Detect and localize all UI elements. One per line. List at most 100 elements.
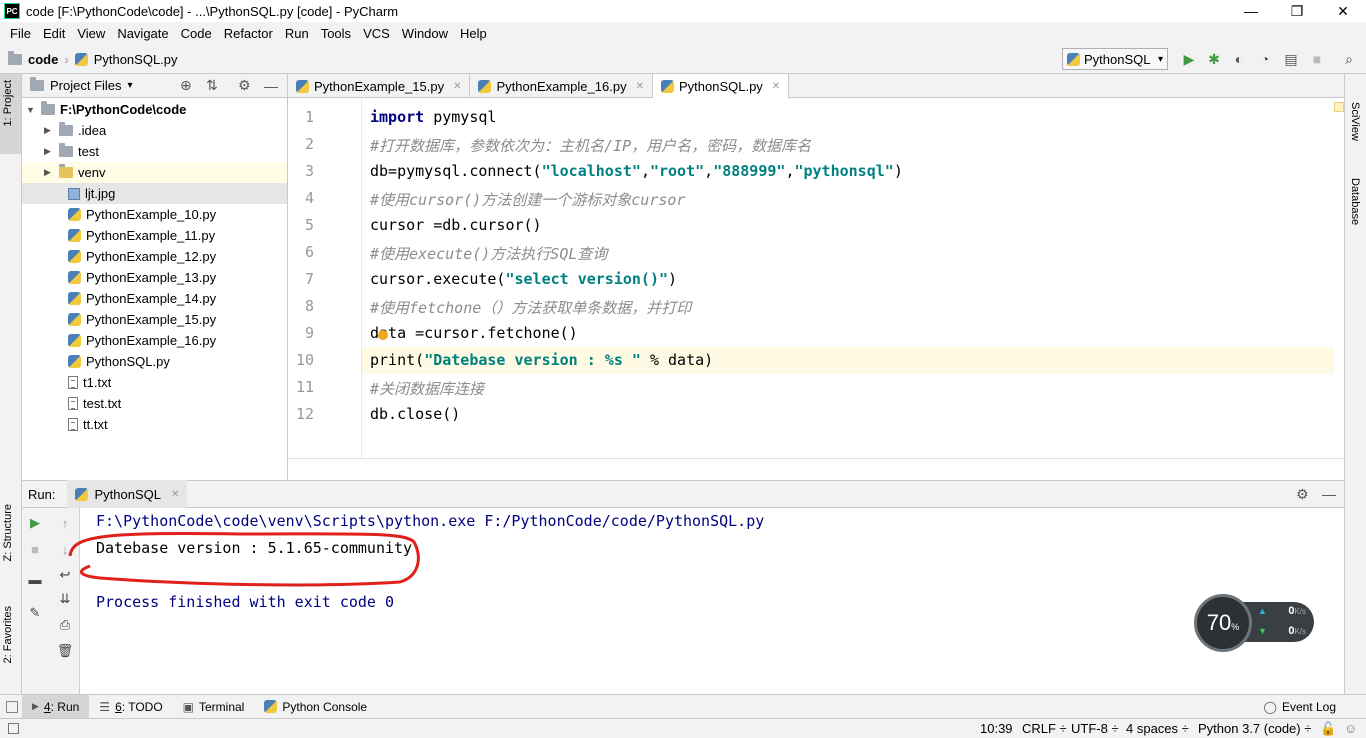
breadcrumb-file[interactable]: PythonSQL.py (94, 52, 178, 67)
gear-icon[interactable]: ⚙ (1296, 486, 1309, 503)
tree-item-file[interactable]: PythonExample_14.py (68, 288, 216, 309)
menu-file[interactable]: File (4, 26, 37, 41)
chevron-down-icon: ▾ (1157, 53, 1163, 65)
caret-position[interactable]: 10:39 (980, 721, 1013, 736)
inspector-icon[interactable]: ☺ (1344, 721, 1357, 736)
run-console-output[interactable]: F:\PythonCode\code\venv\Scripts\python.e… (68, 508, 1344, 694)
code-token: % data) (640, 351, 714, 369)
maximize-button[interactable]: ❐ (1274, 0, 1320, 22)
side-tab-structure[interactable]: Z: Structure (2, 504, 14, 561)
bottom-tab-todo[interactable]: ☰ 6: TODO (89, 695, 172, 719)
menu-refactor[interactable]: Refactor (218, 26, 279, 41)
speed-unit: K/s (1294, 607, 1306, 616)
minimize-button[interactable]: — (1228, 0, 1274, 22)
menu-run[interactable]: Run (279, 26, 315, 41)
file-encoding[interactable]: UTF-8 ÷ (1071, 721, 1119, 736)
tool-windows-toggle-icon[interactable] (6, 700, 18, 713)
text-file-icon (68, 418, 78, 431)
collapse-all-icon[interactable]: ⇅ (206, 77, 218, 94)
tab-pythonexample-16[interactable]: PythonExample_16.py ✕ (470, 74, 653, 98)
locate-icon[interactable]: ⊕ (180, 77, 192, 94)
project-view-selector[interactable]: Project Files (50, 78, 122, 93)
tree-item-file[interactable]: t1.txt (68, 372, 111, 393)
bottom-tab-python-console[interactable]: Python Console (254, 695, 377, 719)
run-icon[interactable]: ▶ (1180, 50, 1198, 68)
line-number: 6 (304, 243, 314, 261)
gear-icon[interactable]: ⚙ (238, 77, 251, 94)
bottom-tab-run[interactable]: ▶ 4: Run (22, 694, 90, 719)
tree-item-file[interactable]: PythonExample_11.py (68, 225, 215, 246)
tab-pythonsql[interactable]: PythonSQL.py ✕ (652, 74, 790, 98)
inspection-status-icon[interactable] (1334, 102, 1344, 112)
menu-view[interactable]: View (71, 26, 111, 41)
rerun-icon[interactable]: ▶ (26, 514, 44, 532)
concurrency-icon[interactable]: ▤ (1282, 50, 1300, 68)
code-editor[interactable]: 1 2 3 4 5 6 7 8 9 10 11 12 import pymysq… (288, 98, 1344, 458)
line-separator[interactable]: CRLF ÷ (1022, 721, 1067, 736)
tab-pythonexample-15[interactable]: PythonExample_15.py ✕ (288, 74, 471, 98)
status-toggle-icon[interactable] (8, 723, 19, 734)
hide-icon[interactable]: — (1322, 486, 1336, 502)
side-tab-favorites[interactable]: 2: Favorites (2, 606, 14, 663)
layout-icon[interactable]: ▬ (26, 570, 44, 588)
indent-setting[interactable]: 4 spaces ÷ (1126, 721, 1189, 736)
python-file-icon (660, 79, 674, 93)
debug-icon[interactable]: ✱ (1205, 50, 1223, 68)
scroll-to-end-icon[interactable]: ⇊ (56, 590, 74, 608)
tree-item-file[interactable]: tt.txt (68, 414, 108, 435)
tree-item-file[interactable]: PythonSQL.py (68, 351, 170, 372)
tree-item-file[interactable]: PythonExample_13.py (68, 267, 216, 288)
tree-item-file[interactable]: PythonExample_12.py (68, 246, 216, 267)
tree-item-venv[interactable]: ▶ venv (22, 162, 287, 183)
side-tab-database[interactable]: Database (1349, 178, 1361, 225)
collapse-arrow-icon[interactable]: ▶ (44, 167, 54, 178)
close-icon[interactable]: ✕ (171, 489, 179, 500)
print-icon[interactable]: ⎙ (56, 616, 74, 634)
string-token: "select version()" (505, 270, 669, 288)
menu-navigate[interactable]: Navigate (111, 26, 174, 41)
stop-icon[interactable]: ■ (1308, 50, 1326, 68)
menu-code[interactable]: Code (175, 26, 218, 41)
bottom-tab-event-log[interactable]: ◯ Event Log (1254, 695, 1346, 719)
coverage-icon[interactable]: ◐ (1230, 50, 1248, 68)
run-tab-pythonsql[interactable]: PythonSQL ✕ (67, 480, 188, 508)
bottom-tab-terminal[interactable]: ▣ Terminal (173, 695, 255, 719)
menu-vcs[interactable]: VCS (357, 26, 396, 41)
tree-item-test[interactable]: ▶ test (44, 141, 99, 162)
collapse-arrow-icon[interactable]: ▶ (44, 146, 54, 157)
close-icon[interactable]: ✕ (636, 81, 644, 92)
tree-item-file[interactable]: PythonExample_10.py (68, 204, 216, 225)
menu-window[interactable]: Window (396, 26, 454, 41)
side-tab-sciview[interactable]: SciView (1349, 102, 1361, 141)
tree-item-file[interactable]: PythonExample_15.py (68, 309, 216, 330)
tree-root[interactable]: ▼ F:\PythonCode\code (26, 99, 186, 120)
lock-icon[interactable]: 🔓 (1320, 721, 1336, 737)
tree-item-idea[interactable]: ▶ .idea (44, 120, 106, 141)
breadcrumb: code › PythonSQL.py (8, 51, 178, 67)
profile-icon[interactable]: ◔ (1256, 50, 1274, 68)
pin-icon[interactable]: ✎ (26, 604, 44, 622)
menu-edit[interactable]: Edit (37, 26, 71, 41)
close-button[interactable]: ✕ (1320, 0, 1366, 22)
tree-item-file[interactable]: test.txt (68, 393, 121, 414)
close-icon[interactable]: ✕ (772, 81, 780, 92)
interpreter-selector[interactable]: Python 3.7 (code) ÷ (1198, 721, 1311, 736)
side-tab-project[interactable]: 1: Project (2, 80, 14, 126)
breadcrumb-folder[interactable]: code (28, 52, 58, 67)
tree-item-ljt[interactable]: ljt.jpg (22, 183, 287, 204)
close-icon[interactable]: ✕ (453, 81, 461, 92)
collapse-arrow-icon[interactable]: ▶ (44, 125, 54, 136)
menu-tools[interactable]: Tools (315, 26, 357, 41)
tree-item-label: test (78, 144, 99, 159)
tree-item-file[interactable]: PythonExample_16.py (68, 330, 216, 351)
stop-icon[interactable]: ■ (26, 540, 44, 558)
expand-arrow-icon[interactable]: ▼ (26, 105, 36, 115)
trash-icon[interactable]: 🗑 (56, 642, 74, 660)
menu-help[interactable]: Help (454, 26, 493, 41)
search-icon[interactable]: ⌕ (1340, 50, 1358, 68)
tab-mnemonic: 4 (43, 699, 51, 714)
run-config-dropdown[interactable]: PythonSQL ▾ (1062, 48, 1168, 70)
chevron-down-icon[interactable]: ▾ (128, 80, 133, 91)
hide-icon[interactable]: — (264, 78, 278, 94)
intention-bulb-icon[interactable] (378, 330, 388, 340)
